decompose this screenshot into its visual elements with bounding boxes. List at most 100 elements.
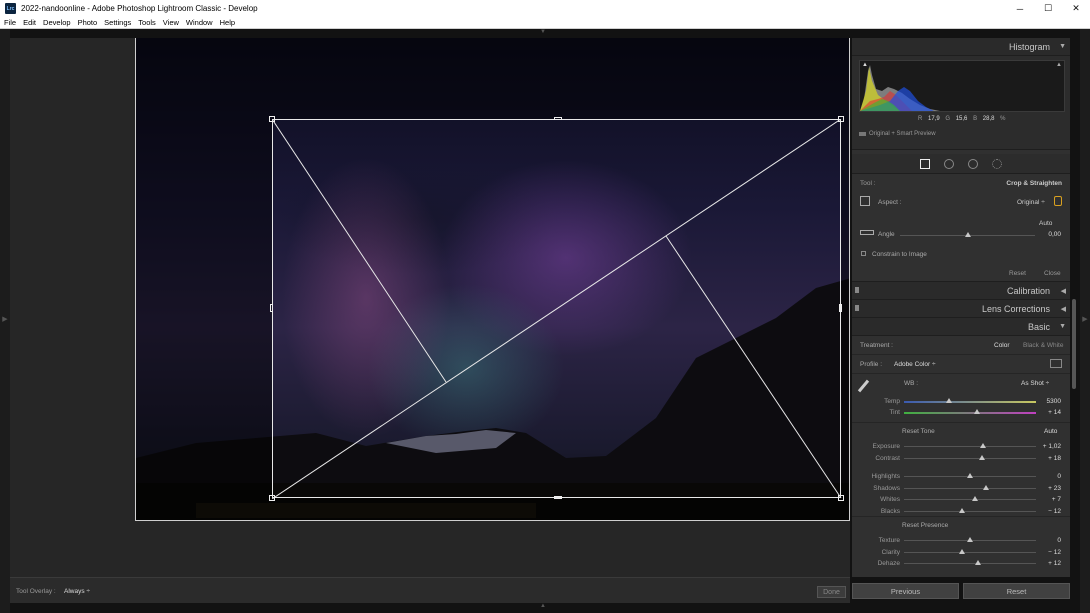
tool-overlay-select[interactable]: Always ÷ bbox=[64, 588, 90, 595]
dehaze-slider[interactable] bbox=[904, 563, 1036, 564]
menu-tools[interactable]: Tools bbox=[135, 18, 159, 27]
texture-value[interactable]: 0 bbox=[1057, 537, 1061, 544]
menu-develop[interactable]: Develop bbox=[40, 18, 74, 27]
whites-slider-thumb[interactable] bbox=[972, 496, 979, 501]
crop-reset-button[interactable]: Reset bbox=[1009, 270, 1026, 277]
clarity-value[interactable]: − 12 bbox=[1048, 549, 1061, 556]
done-button[interactable]: Done bbox=[817, 586, 846, 598]
crop-handle-top[interactable] bbox=[554, 117, 562, 120]
crop-handle-right[interactable] bbox=[839, 304, 842, 312]
wb-select[interactable]: As Shot ÷ bbox=[1021, 380, 1049, 387]
clarity-slider[interactable] bbox=[904, 552, 1036, 553]
highlight-clipping-icon[interactable]: ▲ bbox=[1056, 62, 1062, 68]
whites-slider[interactable] bbox=[904, 499, 1036, 500]
straighten-tool-icon[interactable] bbox=[860, 230, 874, 235]
photo-aurora[interactable] bbox=[135, 38, 850, 521]
angle-slider-thumb[interactable] bbox=[964, 232, 971, 237]
blacks-slider[interactable] bbox=[904, 511, 1036, 512]
reset-presence-button[interactable]: Reset Presence bbox=[902, 522, 948, 529]
dehaze-slider-thumb[interactable] bbox=[974, 560, 981, 565]
left-panel-collapsed[interactable]: ▶ bbox=[0, 29, 10, 613]
white-balance-eyedropper-icon[interactable] bbox=[857, 379, 870, 393]
spot-removal-icon[interactable] bbox=[944, 158, 954, 169]
contrast-value[interactable]: + 18 bbox=[1048, 455, 1061, 462]
shadows-slider-thumb[interactable] bbox=[982, 485, 989, 490]
tint-slider[interactable] bbox=[904, 412, 1036, 414]
contrast-slider[interactable] bbox=[904, 458, 1036, 459]
expand-triangle-icon[interactable]: ◀ bbox=[1061, 287, 1066, 295]
previous-button[interactable]: Previous bbox=[852, 583, 959, 599]
treatment-color-option[interactable]: Color bbox=[994, 342, 1010, 349]
menu-window[interactable]: Window bbox=[183, 18, 216, 27]
highlights-value[interactable]: 0 bbox=[1057, 473, 1061, 480]
red-eye-icon[interactable] bbox=[968, 158, 978, 169]
shadows-value[interactable]: + 23 bbox=[1048, 485, 1061, 492]
shadow-clipping-icon[interactable]: ▲ bbox=[862, 62, 868, 68]
crop-tool-icon[interactable] bbox=[920, 158, 930, 169]
whites-value[interactable]: + 7 bbox=[1052, 496, 1061, 503]
temp-value[interactable]: 5300 bbox=[1047, 398, 1061, 405]
menu-settings[interactable]: Settings bbox=[101, 18, 134, 27]
reset-tone-button[interactable]: Reset Tone bbox=[902, 428, 935, 435]
crop-frame-tool-icon[interactable] bbox=[860, 196, 870, 206]
exposure-slider[interactable] bbox=[904, 446, 1036, 447]
right-panel-scrollbar[interactable] bbox=[1072, 299, 1076, 389]
crop-handle-top-left[interactable] bbox=[269, 116, 275, 122]
temp-slider-thumb[interactable] bbox=[945, 398, 952, 403]
auto-tone-button[interactable]: Auto bbox=[1044, 428, 1057, 435]
exposure-value[interactable]: + 1,02 bbox=[1043, 443, 1061, 450]
expand-filmstrip-icon[interactable]: ▲ bbox=[540, 603, 546, 609]
collapse-triangle-icon[interactable]: ▼ bbox=[1059, 43, 1066, 50]
temp-slider[interactable] bbox=[904, 401, 1036, 403]
basic-header[interactable]: Basic ▼ bbox=[852, 318, 1070, 336]
smart-preview-status[interactable]: Original + Smart Preview bbox=[859, 131, 936, 137]
aspect-lock-icon[interactable] bbox=[1054, 196, 1062, 206]
crop-handle-bottom-left[interactable] bbox=[269, 495, 275, 501]
right-panel-edge[interactable]: ▶ bbox=[1080, 29, 1090, 613]
exposure-slider-thumb[interactable] bbox=[980, 443, 987, 448]
angle-value[interactable]: 0,00 bbox=[1048, 231, 1061, 238]
crop-handle-top-right[interactable] bbox=[838, 116, 844, 122]
tint-slider-thumb[interactable] bbox=[973, 409, 980, 414]
menu-view[interactable]: View bbox=[160, 18, 182, 27]
aspect-select[interactable]: Original ÷ bbox=[1017, 199, 1045, 206]
reset-button[interactable]: Reset bbox=[963, 583, 1070, 599]
auto-straighten-button[interactable]: Auto bbox=[1039, 220, 1052, 227]
constrain-checkbox[interactable] bbox=[861, 251, 866, 256]
tint-value[interactable]: + 14 bbox=[1048, 409, 1061, 416]
contrast-slider-thumb[interactable] bbox=[978, 455, 985, 460]
expand-triangle-icon[interactable]: ◀ bbox=[1061, 305, 1066, 313]
histogram-header[interactable]: Histogram ▼ bbox=[852, 38, 1070, 56]
treatment-bw-option[interactable]: Black & White bbox=[1023, 342, 1063, 349]
profile-browser-icon[interactable] bbox=[1050, 359, 1062, 368]
close-window-button[interactable]: ✕ bbox=[1062, 0, 1090, 17]
expand-left-panel-icon[interactable]: ▶ bbox=[0, 315, 10, 323]
texture-slider-thumb[interactable] bbox=[967, 537, 973, 542]
crop-handle-bottom-right[interactable] bbox=[838, 495, 844, 501]
calibration-header[interactable]: Calibration ◀ bbox=[852, 282, 1070, 300]
blacks-slider-thumb[interactable] bbox=[959, 508, 966, 513]
crop-handle-left[interactable] bbox=[270, 304, 273, 312]
dehaze-value[interactable]: + 12 bbox=[1048, 560, 1061, 567]
histogram-graph[interactable]: ▲ ▲ bbox=[859, 60, 1065, 112]
minimize-button[interactable]: ─ bbox=[1006, 0, 1034, 17]
crop-handle-bottom[interactable] bbox=[554, 496, 562, 499]
crop-close-button[interactable]: Close bbox=[1044, 270, 1061, 277]
panel-switch-icon[interactable] bbox=[855, 287, 859, 293]
masking-icon[interactable] bbox=[992, 158, 1002, 169]
profile-select[interactable]: Adobe Color ÷ bbox=[894, 361, 936, 368]
image-canvas[interactable] bbox=[10, 38, 850, 577]
expand-top-panel-icon[interactable]: ▼ bbox=[540, 29, 546, 35]
collapse-triangle-icon[interactable]: ▼ bbox=[1059, 323, 1066, 330]
clarity-slider-thumb[interactable] bbox=[959, 549, 966, 554]
menu-help[interactable]: Help bbox=[217, 18, 238, 27]
lens-corrections-header[interactable]: Lens Corrections ◀ bbox=[852, 300, 1070, 318]
menu-file[interactable]: File bbox=[1, 18, 19, 27]
highlights-slider-thumb[interactable] bbox=[967, 473, 973, 478]
shadows-slider[interactable] bbox=[904, 488, 1036, 489]
menu-photo[interactable]: Photo bbox=[75, 18, 101, 27]
menu-edit[interactable]: Edit bbox=[20, 18, 39, 27]
panel-switch-icon[interactable] bbox=[855, 305, 859, 311]
maximize-button[interactable]: ☐ bbox=[1034, 0, 1062, 17]
blacks-value[interactable]: − 12 bbox=[1048, 508, 1061, 515]
